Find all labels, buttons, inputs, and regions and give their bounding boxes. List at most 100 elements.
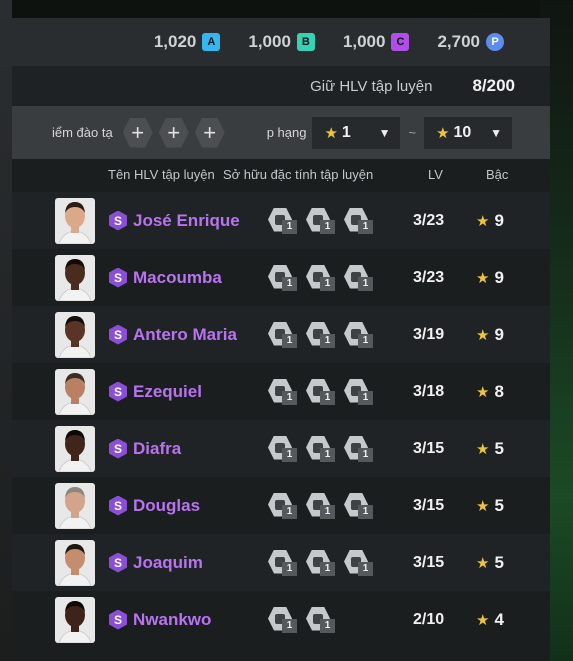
training-trait-icon[interactable]: 1	[306, 605, 342, 635]
trait-level: 1	[320, 276, 335, 291]
trait-level: 1	[358, 561, 373, 576]
background-left-edge	[0, 0, 12, 661]
training-trait-icon[interactable]: 1	[344, 320, 380, 350]
coach-count-value: 8/200	[472, 76, 515, 95]
coach-level: 3/15	[413, 496, 445, 514]
coach-row[interactable]: S Ezequiel 1 1 1 3/18 ★ 8	[12, 363, 550, 420]
star-icon: ★	[476, 383, 490, 401]
add-training-point-slot-2[interactable]: +	[158, 117, 189, 148]
header-grade[interactable]: Bậc	[486, 167, 508, 182]
coach-grade: ★ 9	[476, 268, 504, 288]
trait-level: 1	[282, 618, 297, 633]
coach-grade-value: 5	[494, 438, 504, 458]
currency-b-value: 1,000	[248, 32, 291, 51]
training-trait-icon[interactable]: 1	[306, 434, 342, 464]
coach-grade: ★ 9	[476, 211, 504, 231]
coach-list-panel: Giữ HLV tập luyện 8/200 iểm đào tạ + + +…	[12, 66, 550, 661]
training-trait-icon[interactable]: 1	[344, 548, 380, 578]
coach-name: Joaquim	[133, 552, 203, 572]
trait-level: 1	[358, 276, 373, 291]
currency-c-icon: C	[391, 33, 410, 51]
training-trait-icon[interactable]: 1	[268, 605, 304, 635]
training-trait-icon[interactable]: 1	[344, 434, 380, 464]
rarity-badge-icon: S	[109, 495, 127, 516]
star-icon: ★	[476, 497, 490, 515]
training-trait-icon[interactable]: 1	[306, 206, 342, 236]
coach-level: 3/15	[413, 553, 445, 571]
coach-grade-value: 9	[494, 324, 504, 344]
coach-level: 2/10	[413, 610, 445, 628]
coach-row[interactable]: S Antero Maria 1 1 1 3/19 ★ 9	[12, 306, 550, 363]
training-trait-icon[interactable]: 1	[268, 491, 304, 521]
training-trait-icon[interactable]: 1	[268, 206, 304, 236]
coach-avatar	[55, 197, 95, 244]
rarity-badge-icon: S	[109, 267, 127, 288]
training-trait-icon[interactable]: 1	[306, 263, 342, 293]
coach-count-label: Giữ HLV tập luyện	[310, 77, 433, 95]
coach-grade-value: 9	[494, 210, 504, 230]
coach-name: Douglas	[133, 495, 201, 515]
coach-row[interactable]: S Nwankwo 1 1 2/10 ★ 4	[12, 591, 550, 648]
coach-row[interactable]: S Joaquim 1 1 1 3/15 ★ 5	[12, 534, 550, 591]
rank-from-dropdown[interactable]: ★ 1 ▼	[312, 116, 401, 149]
star-icon: ★	[436, 124, 450, 142]
coach-name: Ezequiel	[133, 381, 202, 401]
coach-name: Antero Maria	[133, 324, 237, 344]
coach-grade: ★ 5	[476, 496, 504, 516]
coach-traits: 1 1 1	[268, 320, 382, 350]
coach-avatar	[55, 425, 95, 472]
coach-traits: 1 1 1	[268, 548, 382, 578]
add-training-point-slot-1[interactable]: +	[122, 117, 153, 148]
training-trait-icon[interactable]: 1	[268, 548, 304, 578]
currency-p: 2,700 P	[437, 32, 504, 52]
currency-c: 1,000 C	[343, 32, 410, 52]
chevron-down-icon: ▼	[378, 125, 391, 140]
training-trait-icon[interactable]: 1	[268, 320, 304, 350]
training-trait-icon[interactable]: 1	[306, 320, 342, 350]
rarity-badge-icon: S	[109, 438, 127, 459]
header-lv[interactable]: LV	[428, 167, 443, 182]
filter-bar: iểm đào tạ + + + p hạng ★ 1 ▼ ~ ★ 10 ▼	[12, 106, 550, 159]
training-trait-icon[interactable]: 1	[344, 263, 380, 293]
training-trait-icon[interactable]: 1	[268, 263, 304, 293]
coach-avatar	[55, 596, 95, 643]
coach-row[interactable]: S Douglas 1 1 1 3/15 ★ 5	[12, 477, 550, 534]
trait-level: 1	[320, 618, 335, 633]
coach-grade-value: 5	[494, 495, 504, 515]
trait-level: 1	[282, 390, 297, 405]
coach-name: Macoumba	[133, 267, 222, 287]
training-trait-icon[interactable]: 1	[306, 491, 342, 521]
training-trait-icon[interactable]: 1	[344, 491, 380, 521]
coach-count-row: Giữ HLV tập luyện 8/200	[12, 66, 550, 106]
coach-traits: 1 1 1	[268, 377, 382, 407]
coach-grade: ★ 4	[476, 610, 504, 630]
add-training-point-slot-3[interactable]: +	[194, 117, 225, 148]
trait-level: 1	[358, 333, 373, 348]
coach-avatar	[55, 311, 95, 358]
coach-avatar	[55, 368, 95, 415]
header-name[interactable]: Tên HLV tập luyện	[108, 167, 215, 182]
table-header: Tên HLV tập luyện Sở hữu đặc tính tập lu…	[12, 159, 550, 190]
coach-row[interactable]: S Macoumba 1 1 1 3/23 ★ 9	[12, 249, 550, 306]
coach-level: 3/15	[413, 439, 445, 457]
training-trait-icon[interactable]: 1	[268, 434, 304, 464]
training-trait-icon[interactable]: 1	[344, 377, 380, 407]
currency-a: 1,020 A	[154, 32, 221, 52]
coach-row[interactable]: S Diafra 1 1 1 3/15 ★ 5	[12, 420, 550, 477]
rank-to-dropdown[interactable]: ★ 10 ▼	[424, 116, 513, 149]
coach-grade: ★ 5	[476, 439, 504, 459]
coach-traits: 11	[268, 605, 344, 635]
rarity-badge-icon: S	[109, 324, 127, 345]
coach-row[interactable]: S José Enrique 1 1 1 3/23 ★ 9	[12, 192, 550, 249]
training-trait-icon[interactable]: 1	[306, 377, 342, 407]
rarity-badge-icon: S	[109, 381, 127, 402]
training-trait-icon[interactable]: 1	[306, 548, 342, 578]
rank-filter-label: p hạng	[266, 125, 307, 140]
coach-level: 3/23	[413, 211, 445, 229]
trait-level: 1	[320, 219, 335, 234]
header-traits[interactable]: Sở hữu đặc tính tập luyện	[223, 167, 373, 182]
rank-to-value: 10	[453, 123, 472, 141]
training-trait-icon[interactable]: 1	[344, 206, 380, 236]
training-trait-icon[interactable]: 1	[268, 377, 304, 407]
coach-grade: ★ 8	[476, 382, 504, 402]
